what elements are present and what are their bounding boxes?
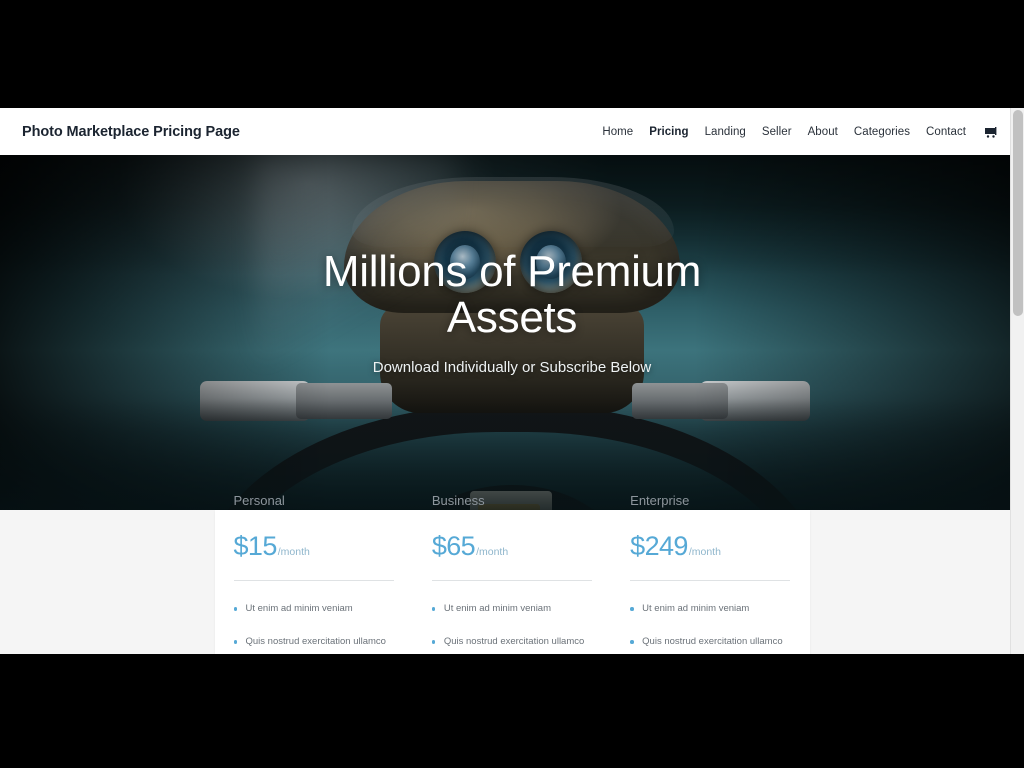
- shopping-cart-icon: [985, 126, 997, 138]
- pricing-section: Personal $15 /month Ut enim ad minim ven…: [0, 493, 1024, 654]
- plan-period: /month: [476, 546, 509, 558]
- list-item: Quis nostrud exercitation ullamco: [630, 636, 790, 648]
- cart-button[interactable]: [980, 123, 1002, 141]
- nav-item-about[interactable]: About: [800, 122, 846, 142]
- screen: Photo Marketplace Pricing Page Home Pric…: [0, 0, 1024, 768]
- list-item: Ut enim ad minim veniam: [630, 603, 790, 615]
- pricing-card-enterprise[interactable]: Enterprise $249 /month Ut enim ad minim …: [611, 493, 809, 654]
- nav-item-home[interactable]: Home: [594, 122, 641, 142]
- site-brand: Photo Marketplace Pricing Page: [22, 123, 240, 140]
- hero-copy: Millions of Premium Assets Download Indi…: [0, 155, 1024, 510]
- plan-period: /month: [277, 546, 310, 558]
- nav-item-contact[interactable]: Contact: [918, 122, 974, 142]
- page: Photo Marketplace Pricing Page Home Pric…: [0, 108, 1024, 654]
- pricing-cards: Personal $15 /month Ut enim ad minim ven…: [214, 493, 810, 654]
- scrollbar-thumb[interactable]: [1013, 110, 1023, 316]
- nav-item-seller[interactable]: Seller: [754, 122, 800, 142]
- nav-item-categories[interactable]: Categories: [846, 122, 918, 142]
- plan-price: $249: [630, 531, 688, 561]
- main-nav: Home Pricing Landing Seller About Catego…: [594, 122, 1002, 142]
- plan-price: $65: [431, 531, 476, 561]
- plan-title: Business: [431, 493, 485, 508]
- browser-viewport: Photo Marketplace Pricing Page Home Pric…: [0, 108, 1024, 654]
- card-divider: [431, 580, 593, 581]
- plan-feature-list: Ut enim ad minim veniam Quis nostrud exe…: [431, 603, 592, 654]
- card-divider: [630, 580, 791, 581]
- plan-price-row: $65 /month: [432, 531, 592, 562]
- nav-item-pricing[interactable]: Pricing: [641, 122, 696, 142]
- list-item: Ut enim ad minim veniam: [233, 603, 394, 615]
- hero-subtitle: Download Individually or Subscribe Below: [372, 358, 652, 376]
- pricing-card-personal[interactable]: Personal $15 /month Ut enim ad minim ven…: [215, 493, 413, 654]
- hero-title: Millions of Premium Assets: [322, 247, 702, 342]
- nav-item-landing[interactable]: Landing: [697, 122, 754, 142]
- hero-section: Millions of Premium Assets Download Indi…: [0, 155, 1024, 510]
- vertical-scrollbar[interactable]: [1010, 108, 1024, 654]
- plan-title: Personal: [233, 493, 285, 508]
- plan-period: /month: [688, 546, 721, 558]
- plan-feature-list: Ut enim ad minim veniam Quis nostrud exe…: [630, 603, 790, 654]
- plan-price-row: $15 /month: [234, 531, 394, 562]
- list-item: Ut enim ad minim veniam: [431, 603, 592, 615]
- site-header: Photo Marketplace Pricing Page Home Pric…: [0, 108, 1024, 155]
- card-divider: [233, 580, 394, 581]
- plan-price-row: $249 /month: [630, 531, 790, 562]
- list-item: Quis nostrud exercitation ullamco: [233, 636, 394, 648]
- plan-feature-list: Ut enim ad minim veniam Quis nostrud exe…: [233, 603, 394, 654]
- plan-title: Enterprise: [630, 493, 690, 508]
- plan-price: $15: [233, 531, 278, 561]
- pricing-card-business[interactable]: Business $65 /month Ut enim ad minim ven…: [413, 493, 611, 654]
- list-item: Quis nostrud exercitation ullamco: [431, 636, 592, 648]
